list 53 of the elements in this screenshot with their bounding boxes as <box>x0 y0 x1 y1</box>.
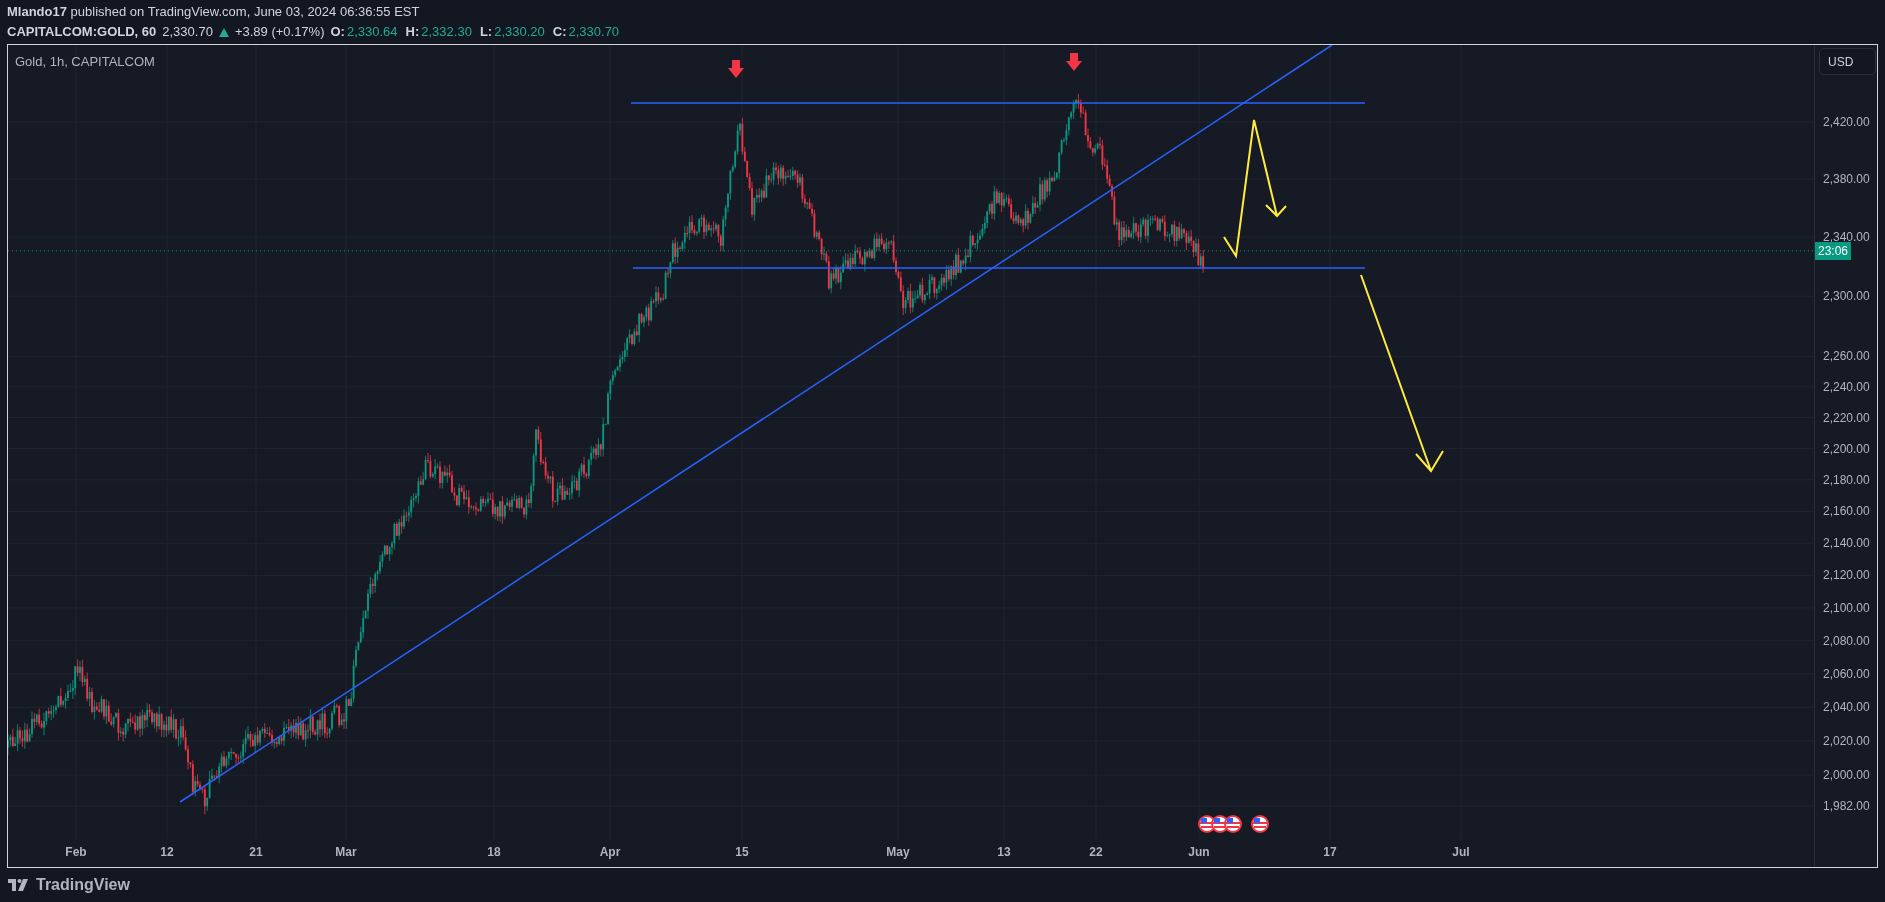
currency-button[interactable]: USD <box>1819 48 1876 75</box>
price-label: 1,982.00 <box>1823 798 1870 815</box>
price-label: 2,040.00 <box>1823 699 1870 716</box>
price-label: 2,180.00 <box>1823 471 1870 488</box>
price-label: 2,060.00 <box>1823 665 1870 682</box>
time-label: 17 <box>1323 844 1337 861</box>
bar-countdown: 23:06 <box>1815 241 1852 260</box>
time-label: May <box>886 844 910 861</box>
ohlc-value: 2,330.64 <box>346 23 398 41</box>
time-label: 12 <box>160 844 174 861</box>
publish-info: Mlando17 published on TradingView.com, June 03, 2024 06:36:55 EST <box>7 3 420 21</box>
flag-event-icon <box>1224 815 1242 833</box>
time-label: 21 <box>249 844 263 861</box>
price-label: 2,220.00 <box>1823 409 1870 426</box>
price-label: 2,160.00 <box>1823 503 1870 520</box>
price-label: 2,120.00 <box>1823 567 1870 584</box>
price-label: 2,420.00 <box>1823 114 1870 130</box>
time-label: Feb <box>65 844 87 861</box>
price-label: 2,380.00 <box>1823 171 1870 188</box>
ohlc-value: 2,330.20 <box>494 23 545 41</box>
ohlc-value: 2,330.70 <box>568 23 620 41</box>
symbol-label: CAPITALCOM:GOLD, 60 <box>7 23 157 41</box>
price-change: +3.89 (+0.17%) <box>234 23 325 41</box>
time-label: Apr <box>599 844 621 861</box>
brand-name: TradingView <box>36 874 130 895</box>
chart-title: Gold, 1h, CAPITALCOM <box>15 53 155 71</box>
price-label: 2,020.00 <box>1823 732 1870 749</box>
down-arrow-icon <box>1066 53 1082 71</box>
up-triangle-icon <box>218 27 229 37</box>
flag-event-icon <box>1251 815 1269 833</box>
price-label: 2,240.00 <box>1823 378 1870 395</box>
price-label: 2,080.00 <box>1823 632 1870 649</box>
logo-icon <box>8 878 30 891</box>
ohlc-label: C: <box>552 23 567 41</box>
last-price: 2,330.70 <box>162 23 213 41</box>
time-label: 15 <box>735 844 749 861</box>
ohlc-label: L: <box>479 23 493 41</box>
time-label: 22 <box>1089 844 1103 861</box>
ohlc-label: H: <box>405 23 420 41</box>
time-label: Jun <box>1188 844 1210 861</box>
price-label: 2,140.00 <box>1823 535 1870 552</box>
time-label: 18 <box>487 844 501 861</box>
price-label: 2,100.00 <box>1823 599 1870 616</box>
time-label: Jul <box>1452 844 1470 861</box>
time-label: 13 <box>997 844 1011 861</box>
price-label: 2,000.00 <box>1823 767 1870 784</box>
price-label: 2,300.00 <box>1823 288 1870 305</box>
down-arrow-icon <box>728 60 744 78</box>
price-label: 2,260.00 <box>1823 348 1870 365</box>
ohlc-label: O: <box>330 23 345 41</box>
time-label: Mar <box>335 844 357 861</box>
price-label: 2,200.00 <box>1823 440 1870 457</box>
ohlc-value: 2,332.30 <box>421 23 472 41</box>
